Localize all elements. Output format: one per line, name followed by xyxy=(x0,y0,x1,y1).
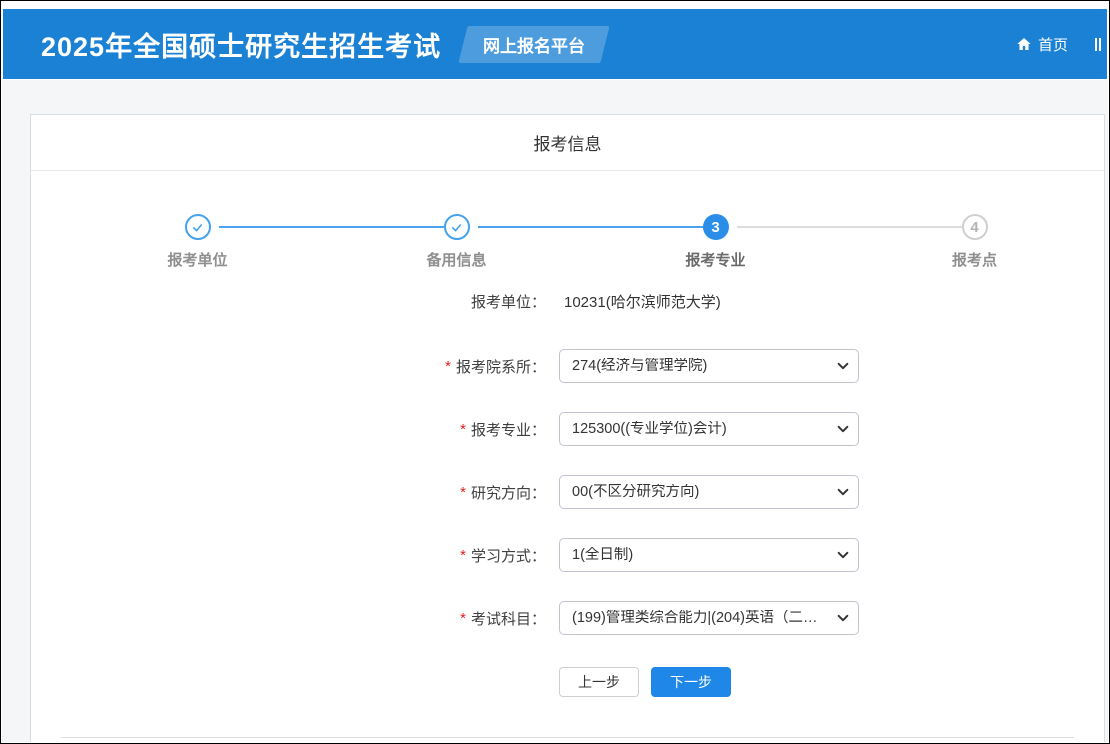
xuexi-fangshi-select-wrap: 1(全日制) xyxy=(559,538,859,572)
xuexi-fangshi-select[interactable]: 1(全日制) xyxy=(559,538,859,572)
step-2-label: 备用信息 xyxy=(426,249,486,270)
yanjiu-fangxiang-select-wrap: 00(不区分研究方向) xyxy=(559,475,859,509)
platform-badge: 网上报名平台 xyxy=(458,26,609,63)
registration-page: { "header": { "title": "2025年全国硕士研究生招生考试… xyxy=(0,0,1110,744)
nav-home-label: 首页 xyxy=(1038,34,1068,55)
card-title-bar: 报考信息 xyxy=(31,115,1104,171)
field-label-xuexi-fangshi: * 学习方式： xyxy=(31,545,546,566)
step-baokao-danwei: 报考单位 xyxy=(68,214,327,270)
field-label-yuanxisuo: * 报考院系所： xyxy=(31,356,546,377)
zhuanye-select-wrap: 125300((专业学位)会计) xyxy=(559,412,859,446)
step-4-label: 报考点 xyxy=(952,249,997,270)
field-label-yanjiu-fangxiang: * 研究方向： xyxy=(31,482,546,503)
step-beiyong-xinxi: 备用信息 xyxy=(327,214,586,270)
field-label-zhuanye: * 报考专业： xyxy=(31,419,546,440)
top-header-bar: 2025年全国硕士研究生招生考试 网上报名平台 首页 xyxy=(3,9,1107,79)
check-icon xyxy=(449,220,464,235)
field-label-baokao-danwei: 报考单位： xyxy=(31,291,546,312)
next-step-button[interactable]: 下一步 xyxy=(651,667,731,697)
kaoshi-kemu-select[interactable]: (199)管理类综合能力|(204)英语（二）|(-... xyxy=(559,601,859,635)
form-row-yuanxisuo: * 报考院系所： 274(经济与管理学院) xyxy=(31,349,1104,383)
step-1-label: 报考单位 xyxy=(167,249,227,270)
form-row-baokao-danwei: 报考单位： 10231(哈尔滨师范大学) xyxy=(31,284,1104,318)
previous-step-button[interactable]: 上一步 xyxy=(559,667,639,697)
required-asterisk: * xyxy=(460,547,466,564)
form-button-row: 上一步 下一步 xyxy=(559,667,1104,697)
kaoshi-kemu-select-wrap: (199)管理类综合能力|(204)英语（二）|(-... xyxy=(559,601,859,635)
required-asterisk: * xyxy=(460,421,466,438)
nav-home-link[interactable]: 首页 xyxy=(1016,34,1068,55)
page-background: 报考信息 报考单位 备用信息 xyxy=(2,80,1108,742)
yanjiu-fangxiang-select[interactable]: 00(不区分研究方向) xyxy=(559,475,859,509)
application-form: 报考单位： 10231(哈尔滨师范大学) * 报考院系所： 274(经济与管理学… xyxy=(31,284,1104,738)
bottom-divider xyxy=(61,737,1074,738)
home-icon xyxy=(1016,36,1032,52)
check-icon xyxy=(190,220,205,235)
form-row-zhuanye: * 报考专业： 125300((专业学位)会计) xyxy=(31,412,1104,446)
card-title: 报考信息 xyxy=(534,130,602,155)
platform-badge-label: 网上报名平台 xyxy=(483,32,585,57)
form-row-kaoshi-kemu: * 考试科目： (199)管理类综合能力|(204)英语（二）|(-... xyxy=(31,601,1104,635)
step-2-check-circle xyxy=(444,214,470,240)
yuanxisuo-select[interactable]: 274(经济与管理学院) xyxy=(559,349,859,383)
application-info-card: 报考信息 报考单位 备用信息 xyxy=(30,114,1105,742)
step-3-number-circle: 3 xyxy=(703,214,729,240)
step-1-check-circle xyxy=(185,214,211,240)
required-asterisk: * xyxy=(460,610,466,627)
field-label-kaoshi-kemu: * 考试科目： xyxy=(31,608,546,629)
form-row-yanjiu-fangxiang: * 研究方向： 00(不区分研究方向) xyxy=(31,475,1104,509)
required-asterisk: * xyxy=(460,484,466,501)
zhuanye-select[interactable]: 125300((专业学位)会计) xyxy=(559,412,859,446)
step-progress-bar: 报考单位 备用信息 3 报考专业 4 报考点 xyxy=(68,214,1104,270)
yuanxisuo-select-wrap: 274(经济与管理学院) xyxy=(559,349,859,383)
step-baokao-dian: 4 报考点 xyxy=(845,214,1104,270)
baokao-danwei-value: 10231(哈尔滨师范大学) xyxy=(564,291,721,312)
step-4-number-circle: 4 xyxy=(962,214,988,240)
clipped-nav-item xyxy=(1094,36,1101,53)
required-asterisk: * xyxy=(445,358,451,375)
form-row-xuexi-fangshi: * 学习方式： 1(全日制) xyxy=(31,538,1104,572)
step-3-label: 报考专业 xyxy=(685,249,745,270)
step-baokao-zhuanye: 3 报考专业 xyxy=(586,214,845,270)
site-title: 2025年全国硕士研究生招生考试 xyxy=(41,25,441,64)
